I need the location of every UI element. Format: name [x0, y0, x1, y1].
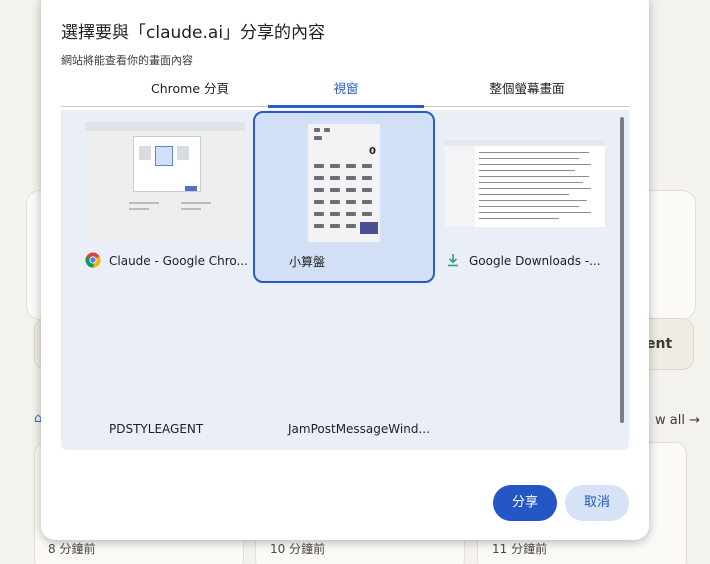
window-tile-pdstyleagent[interactable]: PDSTYLEAGENT [109, 422, 203, 436]
window-tile-jampostmessage[interactable]: JamPostMessageWind... [288, 422, 430, 436]
window-tile-downloads[interactable]: Google Downloads -... [435, 122, 617, 294]
calculator-display: 0 [369, 146, 376, 157]
window-label: Google Downloads -... [469, 254, 601, 268]
chrome-icon [85, 252, 101, 268]
view-all-link[interactable]: w all → [655, 413, 700, 428]
recent-time: 10 分鐘前 [270, 542, 326, 556]
grid-scrollbar[interactable] [620, 117, 624, 423]
active-tab-indicator [268, 105, 424, 108]
window-tile-calculator[interactable]: 0 小算盤 [253, 111, 435, 283]
cancel-button[interactable]: 取消 [565, 485, 629, 521]
window-label: Claude - Google Chro... [109, 254, 248, 268]
window-thumbnail [85, 122, 245, 241]
share-screen-dialog: 選擇要與「claude.ai」分享的內容 網站將能查看你的畫面內容 Chrome… [41, 0, 649, 540]
window-thumbnail [445, 140, 605, 227]
window-label: 小算盤 [289, 255, 326, 269]
background-button-text: ent [646, 336, 673, 352]
source-tabs: Chrome 分頁 視窗 整個螢幕畫面 [61, 76, 629, 110]
tab-chrome-tabs[interactable]: Chrome 分頁 [112, 76, 268, 108]
tab-window[interactable]: 視窗 [268, 76, 424, 108]
recent-time: 11 分鐘前 [492, 542, 548, 556]
window-tile-chrome[interactable]: Claude - Google Chro... [75, 122, 257, 294]
window-thumbnail: 0 [308, 124, 380, 242]
share-button[interactable]: 分享 [493, 485, 557, 521]
recent-time: 8 分鐘前 [48, 542, 96, 556]
dialog-subtitle: 網站將能查看你的畫面內容 [61, 54, 193, 67]
dialog-title: 選擇要與「claude.ai」分享的內容 [61, 23, 326, 43]
tab-entire-screen[interactable]: 整個螢幕畫面 [449, 76, 605, 108]
download-icon [445, 252, 461, 268]
